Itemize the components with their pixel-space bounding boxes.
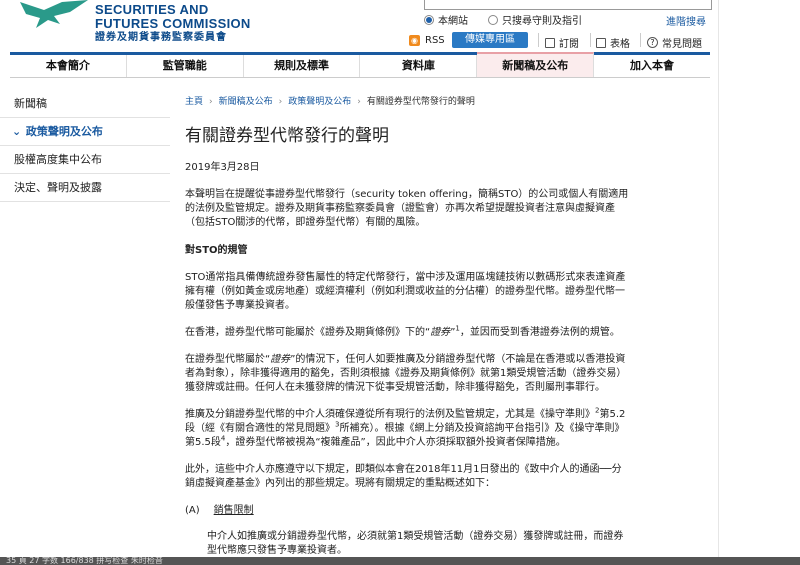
toolbar-divider <box>538 33 539 47</box>
search-scope-rules-label: 只搜尋守則及指引 <box>502 16 582 27</box>
forms-link[interactable]: 表格 <box>596 35 630 50</box>
text-run: 在證券型代幣屬於“ <box>185 354 271 365</box>
securities-paragraph: 在香港，證券型代幣可能屬於《證券及期貨條例》下的“證券”1，並因而受到香港證券法… <box>185 325 630 340</box>
advanced-search-link[interactable]: 進階搜尋 <box>666 13 706 28</box>
text-run: 在香港，證券型代幣可能屬於《證券及期貨條例》下的“ <box>185 327 431 338</box>
toolbar-divider <box>590 33 591 47</box>
toolbar-divider <box>640 33 641 47</box>
breadcrumb-home[interactable]: 主頁 <box>185 95 203 109</box>
forms-icon <box>596 37 606 48</box>
search-scope-rules[interactable]: 只搜尋守則及指引 <box>488 12 582 27</box>
sidebar-item-press-releases[interactable]: 新聞稿 <box>0 90 170 118</box>
sidebar-item-policy-statements[interactable]: ⌄ 政策聲明及公布 <box>0 118 170 146</box>
sidebar-item-label: 決定、聲明及披露 <box>14 181 102 194</box>
status-text: 35 頁 27 字数 166/838 拼写检查 朱时检音 <box>6 557 163 565</box>
subsection-title: 銷售限制 <box>213 505 254 516</box>
text-run: 推廣及分銷證券型代幣的中介人須確保遵從所有現行的法例及監管規定，尤其是《操守準則… <box>185 409 595 420</box>
content-divider <box>718 0 719 560</box>
nav-databases[interactable]: 資料庫 <box>360 55 478 77</box>
sidebar-item-shareholding-concentration[interactable]: 股權高度集中公布 <box>0 146 170 174</box>
breadcrumb-current: 有關證券型代幣發行的聲明 <box>366 97 475 107</box>
search-scope-site[interactable]: 本網站 <box>424 12 468 27</box>
licensing-paragraph: 在證券型代幣屬於“證券”的情況下，任何人如要推廣及分銷證券型代幣（不論是在香港或… <box>185 353 630 395</box>
search-scope-site-label: 本網站 <box>438 16 468 27</box>
subsection-label: (A) <box>185 505 200 516</box>
page-title: 有關證券型代幣發行的聲明 <box>185 126 389 146</box>
radio-selected-icon <box>424 14 434 25</box>
chevron-right-icon: › <box>357 97 361 107</box>
chevron-right-icon: › <box>209 97 213 107</box>
chevron-down-icon: ⌄ <box>12 125 22 138</box>
site-header: SECURITIES AND FUTURES COMMISSION 證券及期貨事… <box>0 0 800 52</box>
subscribe-label: 訂閱 <box>559 39 579 50</box>
faq-link[interactable]: ? 常見問題 <box>647 35 702 50</box>
subscribe-link[interactable]: 訂閱 <box>545 35 579 50</box>
sidebar: 新聞稿 ⌄ 政策聲明及公布 股權高度集中公布 決定、聲明及披露 <box>0 90 170 202</box>
intermediaries-paragraph: 推廣及分銷證券型代幣的中介人須確保遵從所有現行的法例及監管規定，尤其是《操守準則… <box>185 407 630 450</box>
breadcrumb: 主頁 › 新聞稿及公布 › 政策聲明及公布 › 有關證券型代幣發行的聲明 <box>185 95 630 109</box>
publish-date: 2019年3月28日 <box>185 162 260 173</box>
org-name-zh: 證券及期貨事務監察委員會 <box>95 32 227 43</box>
sidebar-item-label: 新聞稿 <box>14 97 47 110</box>
rss-link[interactable]: ◉ RSS <box>409 35 445 46</box>
sto-definition-paragraph: STO通常指具備傳統證券發售屬性的特定代幣發行，當中涉及運用區塊鏈技術以數碼形式… <box>185 272 626 311</box>
nav-news-announcements[interactable]: 新聞稿及公布 <box>477 52 595 77</box>
intro-paragraph: 本聲明旨在提醒從事證券型代幣發行（security token offering… <box>185 189 629 228</box>
main-nav: 本會簡介 監管職能 規則及標準 資料庫 新聞稿及公布 加入本會 <box>10 52 710 78</box>
nav-rules-standards[interactable]: 規則及標準 <box>244 55 361 77</box>
selling-restrictions-paragraph: 中介人如推廣或分銷證券型代幣，必須就第1類受規管活動（證券交易）獲發牌或註冊，而… <box>207 531 624 556</box>
requirements-paragraph: 此外，這些中介人亦應遵守以下規定，即類似本會在2018年11月1日發出的《致中介… <box>185 464 622 489</box>
nav-careers[interactable]: 加入本會 <box>594 55 710 77</box>
org-name-en-1: SECURITIES AND <box>95 2 209 17</box>
text-run: ，並因而受到香港證券法例的規管。 <box>459 327 620 338</box>
sidebar-item-label: 股權高度集中公布 <box>14 153 102 166</box>
rss-icon: ◉ <box>409 35 420 46</box>
forms-label: 表格 <box>610 39 630 50</box>
subscribe-icon <box>545 37 555 48</box>
radio-unselected-icon <box>488 14 498 25</box>
breadcrumb-news[interactable]: 新聞稿及公布 <box>219 95 273 109</box>
rss-label: RSS <box>425 35 445 46</box>
text-run: ，證券型代幣被視為“複雜產品”，因此中介人亦須採取額外投資者保障措施。 <box>225 437 566 448</box>
sfc-logo-icon[interactable] <box>14 0 94 34</box>
status-bar: 35 頁 27 字数 166/838 拼写检查 朱时检音 <box>0 557 800 565</box>
nav-about[interactable]: 本會簡介 <box>10 55 127 77</box>
emphasis: 證券 <box>270 354 291 365</box>
media-area-button[interactable]: 傳媒專用區 <box>452 32 528 48</box>
breadcrumb-policy[interactable]: 政策聲明及公布 <box>288 95 351 109</box>
emphasis: 證券 <box>430 327 451 338</box>
faq-label: 常見問題 <box>662 39 702 50</box>
chevron-right-icon: › <box>278 97 283 107</box>
sidebar-item-decisions[interactable]: 決定、聲明及披露 <box>0 174 170 202</box>
help-icon: ? <box>647 37 658 48</box>
sidebar-item-label: 政策聲明及公布 <box>25 125 103 138</box>
main-content: 主頁 › 新聞稿及公布 › 政策聲明及公布 › 有關證券型代幣發行的聲明 有關證… <box>185 95 630 558</box>
org-name[interactable]: SECURITIES AND FUTURES COMMISSION 證券及期貨事… <box>95 3 251 44</box>
nav-regulatory-functions[interactable]: 監管職能 <box>127 55 244 77</box>
org-name-en-2: FUTURES COMMISSION <box>95 16 251 31</box>
search-input[interactable] <box>424 0 712 10</box>
subsection-heading: (A) 銷售限制 <box>185 504 630 518</box>
section-heading: 對STO的規管 <box>185 245 248 256</box>
